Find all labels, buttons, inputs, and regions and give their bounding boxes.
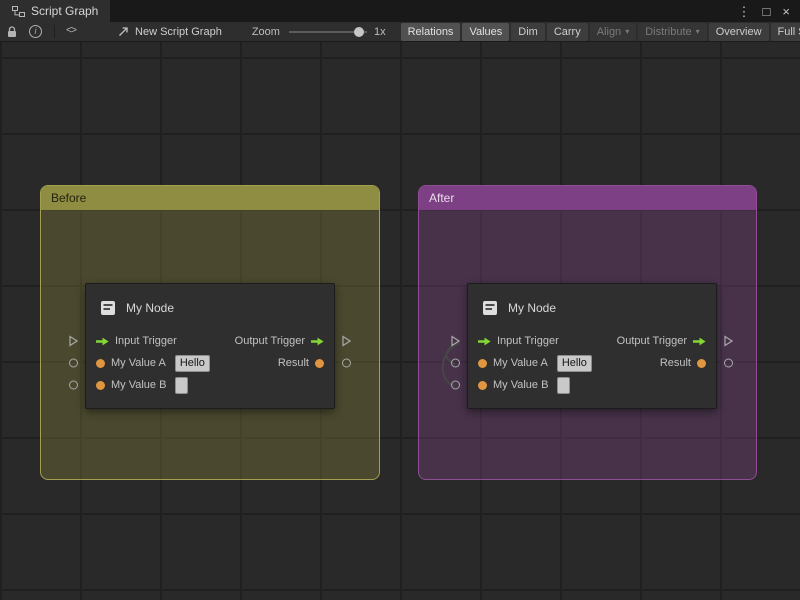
zoom-value: 1x [374, 26, 386, 38]
maximize-icon[interactable]: □ [763, 5, 771, 18]
value-input-port-a[interactable] [69, 359, 78, 368]
node-row-value-b: My Value B [86, 374, 334, 396]
align-button: Align ▾ [590, 23, 636, 41]
node-my-node-before[interactable]: My Node Input Trigger Output Trigger [85, 283, 335, 409]
tab-bar: Script Graph ⋮ □ × [0, 0, 800, 22]
values-button[interactable]: Values [462, 23, 509, 41]
input-trigger-label: Input Trigger [115, 335, 177, 347]
value-output-port-result[interactable] [342, 359, 351, 368]
distribute-button: Distribute ▾ [638, 23, 706, 41]
value-a-label: My Value A [111, 357, 166, 369]
zoom-label: Zoom [252, 26, 280, 38]
flow-output-port[interactable] [724, 336, 733, 347]
output-trigger-label: Output Trigger [617, 335, 687, 347]
zoom-slider-handle[interactable] [354, 27, 364, 37]
chevron-down-icon: ▾ [696, 27, 700, 36]
menu-icon[interactable]: ⋮ [738, 5, 751, 18]
node-body: Input Trigger Output Trigger My Value A [86, 328, 334, 408]
chevron-down-icon: ▾ [625, 27, 629, 36]
group-after-label: After [429, 191, 454, 205]
flow-arrow-icon[interactable] [693, 337, 706, 346]
flow-arrow-icon[interactable] [96, 337, 109, 346]
window-controls: ⋮ □ × [728, 0, 800, 22]
node-row-triggers: Input Trigger Output Trigger [468, 330, 716, 352]
value-a-label: My Value A [493, 357, 548, 369]
node-body: Input Trigger Output Trigger My Value A [468, 328, 716, 408]
flow-output-port[interactable] [342, 336, 351, 347]
dim-button[interactable]: Dim [511, 23, 545, 41]
flow-input-port[interactable] [69, 336, 78, 347]
graph-canvas[interactable]: Before After My Node [0, 42, 800, 600]
node-row-value-b: My Value B [468, 374, 716, 396]
value-a-input[interactable]: Hello [175, 355, 210, 372]
toolbar-separator [54, 25, 55, 38]
tab-script-graph[interactable]: Script Graph [0, 0, 110, 22]
node-row-value-a: My Value A Hello Result [86, 352, 334, 374]
flow-arrow-icon[interactable] [311, 337, 324, 346]
value-b-label: My Value B [493, 379, 548, 391]
graph-toolbar: i <> New Script Graph Zoom 1x Relations … [0, 22, 800, 42]
value-port-dot[interactable] [697, 359, 706, 368]
node-title: My Node [508, 301, 556, 315]
input-trigger-label: Input Trigger [497, 335, 559, 347]
value-input-port-b[interactable] [69, 381, 78, 390]
value-b-label: My Value B [111, 379, 166, 391]
value-port-dot[interactable] [96, 381, 105, 390]
flow-arrow-icon[interactable] [478, 337, 491, 346]
node-row-value-a: My Value A Hello Result [468, 352, 716, 374]
node-title: My Node [126, 301, 174, 315]
value-a-input[interactable]: Hello [557, 355, 592, 372]
output-trigger-label: Output Trigger [235, 335, 305, 347]
value-port-dot[interactable] [478, 381, 487, 390]
info-icon[interactable]: i [29, 25, 42, 38]
code-icon[interactable]: <> [66, 26, 76, 37]
group-before-label: Before [51, 191, 86, 205]
relations-button[interactable]: Relations [401, 23, 461, 41]
toolbar-buttons: Relations Values Dim Carry Align ▾ Distr… [401, 22, 800, 42]
graph-name[interactable]: New Script Graph [135, 26, 222, 38]
node-header[interactable]: My Node [86, 284, 334, 328]
carry-button[interactable]: Carry [547, 23, 588, 41]
result-label: Result [278, 357, 309, 369]
value-output-port-result[interactable] [724, 359, 733, 368]
script-graph-window: Script Graph ⋮ □ × i <> New Script Graph [0, 0, 800, 600]
lock-icon[interactable] [7, 26, 17, 38]
script-graph-icon [12, 6, 25, 17]
group-after-header[interactable]: After [419, 186, 756, 210]
node-row-triggers: Input Trigger Output Trigger [86, 330, 334, 352]
close-icon[interactable]: × [782, 5, 790, 18]
value-port-dot[interactable] [315, 359, 324, 368]
full-screen-button[interactable]: Full Screen [771, 23, 800, 41]
flow-input-port[interactable] [451, 336, 460, 347]
unit-icon [481, 300, 499, 316]
value-port-dot[interactable] [96, 359, 105, 368]
tab-title: Script Graph [31, 4, 98, 18]
result-label: Result [660, 357, 691, 369]
overview-button[interactable]: Overview [709, 23, 769, 41]
value-b-input[interactable] [557, 377, 570, 394]
value-port-dot[interactable] [478, 359, 487, 368]
graph-pointer-icon [118, 26, 129, 37]
node-header[interactable]: My Node [468, 284, 716, 328]
group-before-header[interactable]: Before [41, 186, 379, 210]
zoom-slider[interactable] [289, 31, 367, 33]
value-input-port-b[interactable] [451, 381, 460, 390]
value-b-input[interactable] [175, 377, 188, 394]
node-my-node-after[interactable]: My Node Input Trigger Output Trigger [467, 283, 717, 409]
value-input-port-a[interactable] [451, 359, 460, 368]
unit-icon [99, 300, 117, 316]
